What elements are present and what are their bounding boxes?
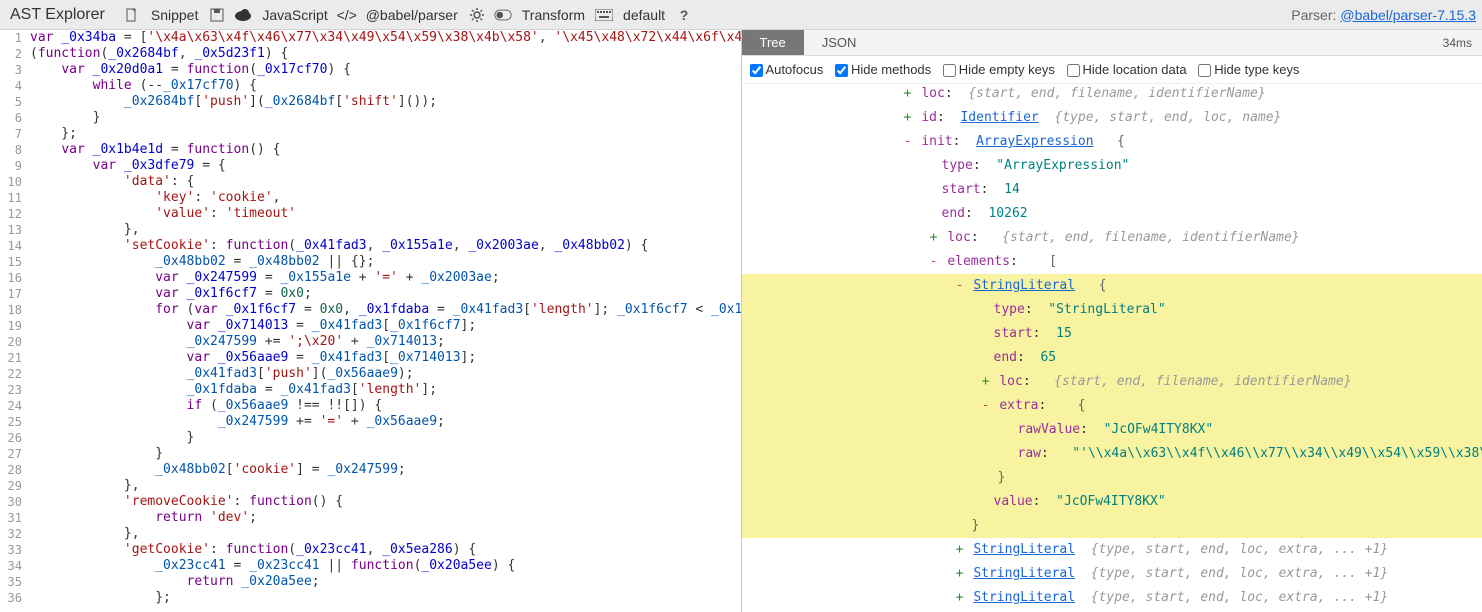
code-editor[interactable]: 1234567891011121314151617181920212223242…: [0, 30, 741, 612]
preset-menu[interactable]: default: [623, 7, 665, 23]
expand-icon[interactable]: +: [902, 106, 914, 130]
save-icon[interactable]: [208, 6, 226, 24]
type-link[interactable]: ArrayExpression: [976, 134, 1093, 149]
new-icon[interactable]: [123, 6, 141, 24]
type-link[interactable]: StringLiteral: [973, 566, 1075, 581]
expand-icon[interactable]: +: [954, 562, 966, 586]
ast-pane: Tree JSON 34ms Autofocus Hide methods Hi…: [742, 30, 1482, 612]
help-icon[interactable]: ?: [675, 6, 693, 24]
parse-time: 34ms: [1433, 30, 1482, 55]
language-menu[interactable]: JavaScript: [262, 7, 327, 23]
expand-icon[interactable]: +: [902, 84, 914, 106]
type-link[interactable]: StringLiteral: [973, 278, 1075, 293]
collapse-icon[interactable]: -: [902, 130, 914, 154]
expand-icon[interactable]: +: [954, 538, 966, 562]
collapse-icon[interactable]: -: [928, 250, 940, 274]
filter-autofocus[interactable]: Autofocus: [750, 62, 824, 77]
transform-menu[interactable]: Transform: [522, 7, 585, 23]
filter-hide-location[interactable]: Hide location data: [1067, 62, 1187, 77]
output-tabs: Tree JSON 34ms: [742, 30, 1482, 56]
cloud-icon[interactable]: [234, 6, 252, 24]
tab-json[interactable]: JSON: [804, 30, 875, 55]
tab-tree[interactable]: Tree: [742, 30, 804, 55]
app-logo[interactable]: AST Explorer: [6, 6, 109, 24]
ast-tree[interactable]: + loc: {start, end, filename, identifier…: [742, 84, 1482, 610]
filter-hide-type[interactable]: Hide type keys: [1198, 62, 1299, 77]
toolbar: AST Explorer Snippet JavaScript </> @bab…: [0, 0, 1482, 30]
filter-bar: Autofocus Hide methods Hide empty keys H…: [742, 56, 1482, 84]
snippet-menu[interactable]: Snippet: [151, 7, 198, 23]
gear-icon[interactable]: [468, 6, 486, 24]
collapse-icon[interactable]: -: [980, 394, 992, 418]
parser-label: Parser:: [1291, 7, 1336, 23]
filter-hide-methods[interactable]: Hide methods: [835, 62, 931, 77]
type-link[interactable]: StringLiteral: [973, 542, 1075, 557]
parser-menu[interactable]: @babel/parser: [366, 7, 458, 23]
expand-icon[interactable]: +: [954, 586, 966, 610]
expand-icon[interactable]: +: [980, 370, 992, 394]
code-icon: </>: [338, 6, 356, 24]
toggle-icon[interactable]: [494, 6, 512, 24]
expand-icon[interactable]: +: [928, 226, 940, 250]
keyboard-icon[interactable]: [595, 6, 613, 24]
type-link[interactable]: StringLiteral: [973, 590, 1075, 605]
parser-version-link[interactable]: @babel/parser-7.15.3: [1340, 7, 1476, 23]
collapse-icon[interactable]: -: [954, 274, 966, 298]
source-pane: 1234567891011121314151617181920212223242…: [0, 30, 742, 612]
filter-hide-empty[interactable]: Hide empty keys: [943, 62, 1055, 77]
type-link[interactable]: Identifier: [960, 110, 1038, 125]
